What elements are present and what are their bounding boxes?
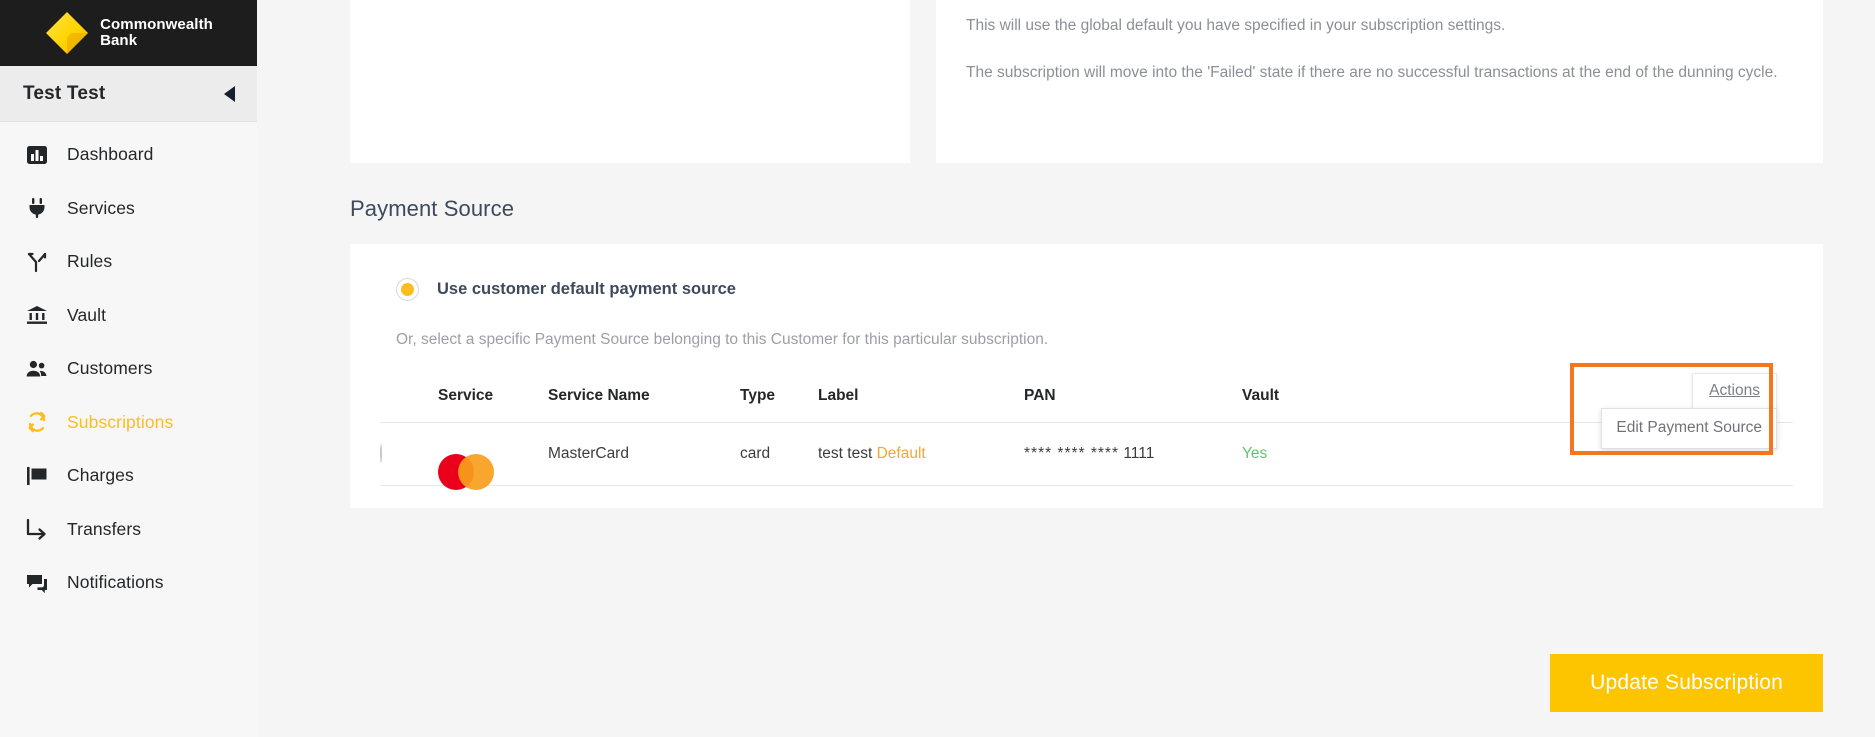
main-content: This will use the global default you hav…: [257, 0, 1875, 737]
sidebar-item-subscriptions[interactable]: Subscriptions: [0, 396, 257, 450]
flag-icon: [24, 463, 50, 489]
bank-building-icon: [24, 302, 50, 328]
sidebar-item-label: Services: [67, 197, 135, 218]
actions-link-container[interactable]: Actions: [1692, 373, 1777, 410]
pan-last4: 1111: [1123, 445, 1155, 462]
sidebar-item-label: Rules: [67, 251, 113, 272]
cba-diamond-logo-icon: [44, 10, 90, 56]
sidebar-item-rules[interactable]: Rules: [0, 235, 257, 289]
default-badge: Default: [876, 445, 926, 462]
plug-icon: [24, 195, 50, 221]
col-header-type: Type: [740, 387, 776, 404]
sidebar-item-dashboard[interactable]: Dashboard: [0, 128, 257, 182]
col-header-service: Service: [438, 387, 494, 404]
default-payment-source-option[interactable]: Use customer default payment source: [380, 278, 1793, 301]
sidebar-item-notifications[interactable]: Notifications: [0, 556, 257, 610]
note-paragraph-1: This will use the global default you hav…: [966, 17, 1506, 34]
col-header-vault: Vault: [1242, 387, 1280, 404]
sidebar-item-label: Notifications: [67, 572, 164, 593]
row-service-name: MasterCard: [548, 445, 629, 462]
page-title: Payment Source: [350, 196, 515, 221]
app-root: Commonwealth Bank Test Test Dashboard Se…: [0, 0, 1875, 737]
menu-item-edit-payment-source[interactable]: Edit Payment Source: [1602, 409, 1776, 448]
row-vault-cell: Yes: [1242, 423, 1392, 486]
sidebar: Commonwealth Bank Test Test Dashboard Se…: [0, 0, 257, 737]
col-header-pan: PAN: [1024, 387, 1056, 404]
sidebar-item-transfers[interactable]: Transfers: [0, 503, 257, 557]
sidebar-item-charges[interactable]: Charges: [0, 449, 257, 503]
col-header-select: [380, 387, 438, 423]
actions-link[interactable]: Actions: [1709, 382, 1760, 399]
row-type: card: [740, 445, 771, 462]
collapse-caret-left-icon[interactable]: [224, 85, 235, 102]
account-header[interactable]: Test Test: [0, 66, 257, 122]
chat-bubbles-icon: [24, 570, 50, 596]
row-select-cell: [380, 423, 438, 486]
brand-line-2: Bank: [100, 32, 138, 49]
payment-source-table-wrap: Service Service Name Type Label PAN Vaul…: [380, 363, 1793, 490]
sidebar-item-label: Transfers: [67, 518, 142, 539]
row-pan-cell: **** **** **** 1111: [1024, 423, 1242, 486]
sidebar-item-label: Charges: [67, 465, 134, 486]
left-blank-card: [350, 0, 910, 163]
people-icon: [24, 356, 50, 382]
radio-default-payment-source[interactable]: [396, 278, 419, 301]
col-header-label: Label: [818, 387, 859, 404]
payment-source-table: Service Service Name Type Label PAN Vaul…: [380, 387, 1793, 490]
brand-line-1: Commonwealth: [100, 16, 213, 34]
sidebar-nav: Dashboard Services Rules Vault Customers…: [0, 122, 257, 737]
dunning-notes-card: This will use the global default you hav…: [936, 0, 1823, 163]
helper-text: Or, select a specific Payment Source bel…: [396, 331, 1049, 348]
bar-chart-icon: [24, 142, 50, 168]
sidebar-item-vault[interactable]: Vault: [0, 289, 257, 343]
note-paragraph-2: The subscription will move into the 'Fai…: [966, 64, 1778, 82]
vault-status: Yes: [1242, 445, 1268, 462]
refresh-cycle-icon: [24, 409, 50, 435]
pan-mask: **** **** ****: [1024, 445, 1119, 462]
radio-select-payment-source[interactable]: [380, 444, 382, 463]
sidebar-item-label: Dashboard: [67, 144, 154, 165]
sidebar-item-label: Vault: [67, 304, 107, 325]
top-cards-row: This will use the global default you hav…: [257, 0, 1875, 163]
arrow-turn-right-icon: [24, 516, 50, 542]
radio-default-label: Use customer default payment source: [437, 280, 736, 298]
sidebar-item-label: Customers: [67, 358, 153, 379]
brand-wordmark: Commonwealth Bank: [100, 17, 213, 49]
row-label-text: test test: [818, 445, 873, 462]
account-name: Test Test: [23, 82, 106, 104]
payment-source-panel: Use customer default payment source Or, …: [350, 244, 1823, 508]
table-header-row: Service Service Name Type Label PAN Vaul…: [380, 387, 1793, 423]
table-row[interactable]: MasterCard card test test Default **** *…: [380, 422, 1793, 490]
sidebar-item-services[interactable]: Services: [0, 182, 257, 236]
sidebar-item-customers[interactable]: Customers: [0, 342, 257, 396]
actions-dropdown-menu[interactable]: Edit Payment Source: [1601, 408, 1777, 449]
col-header-service-name: Service Name: [548, 387, 650, 404]
update-subscription-button[interactable]: Update Subscription: [1550, 654, 1823, 712]
branch-fork-icon: [24, 249, 50, 275]
row-service-cell: [438, 423, 548, 490]
row-label-cell: test test Default: [818, 423, 1024, 486]
sidebar-item-label: Subscriptions: [67, 411, 174, 432]
footer-actions: Update Subscription: [1550, 654, 1823, 712]
brand-logo-bar: Commonwealth Bank: [0, 0, 257, 66]
